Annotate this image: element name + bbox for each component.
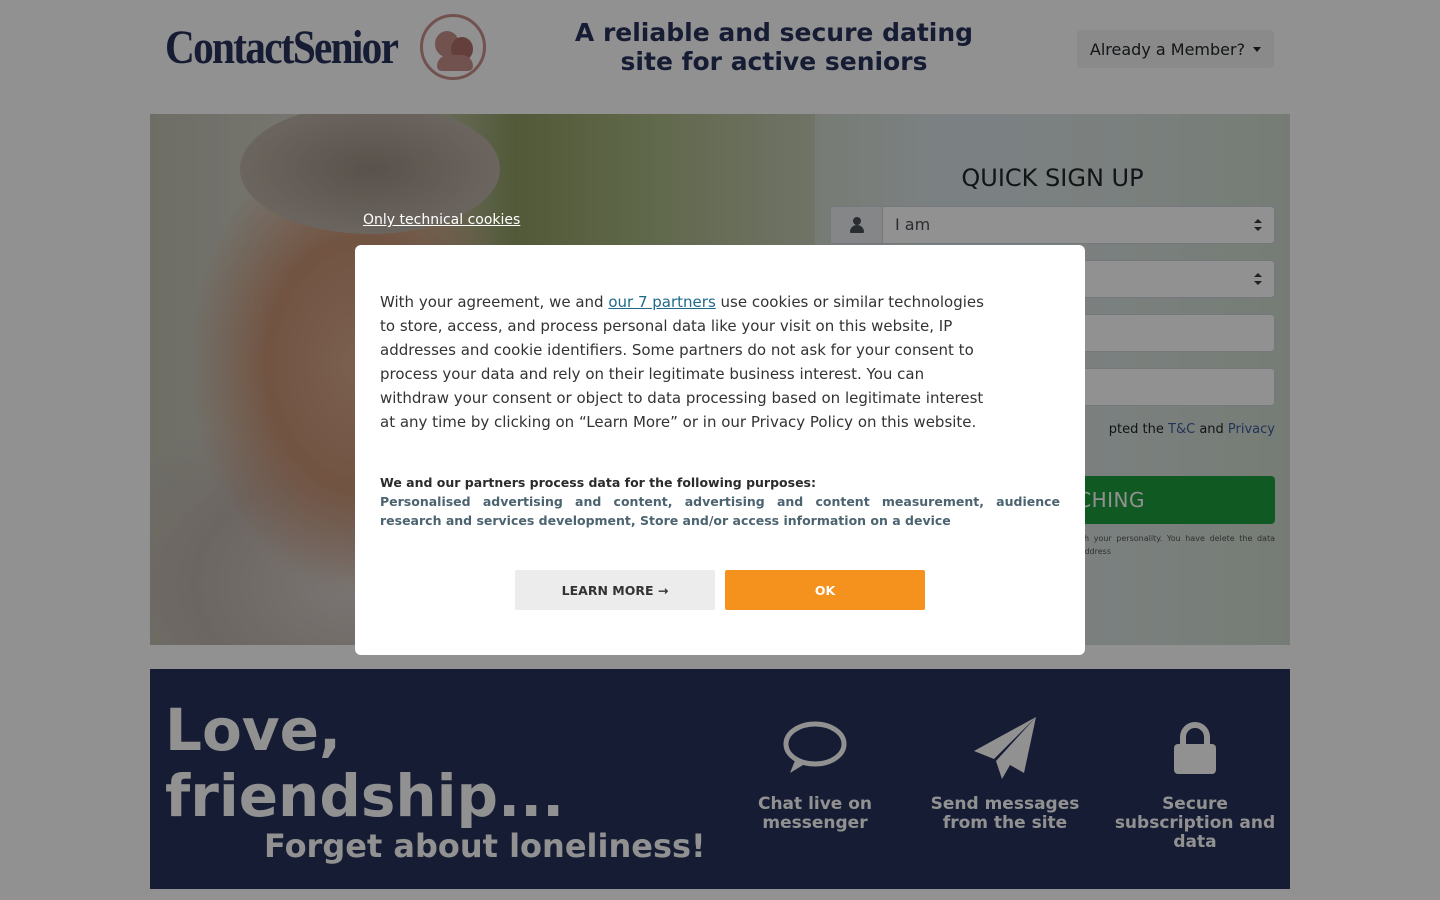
cookie-consent-dialog: With your agreement, we and our 7 partne… — [355, 245, 1085, 655]
only-technical-cookies-link[interactable]: Only technical cookies — [363, 212, 520, 228]
ok-button[interactable]: OK — [725, 570, 925, 610]
learn-more-button[interactable]: LEARN MORE → — [515, 570, 715, 610]
consent-text-body: use cookies or similar technologies to s… — [380, 293, 984, 431]
consent-text-intro: With your agreement, we and — [380, 293, 609, 311]
purposes-heading: We and our partners process data for the… — [380, 475, 816, 490]
purposes-list: Personalised advertising and content, ad… — [380, 494, 1060, 528]
partners-link[interactable]: our 7 partners — [608, 293, 715, 311]
consent-text: With your agreement, we and our 7 partne… — [380, 290, 985, 434]
consent-purposes: We and our partners process data for the… — [380, 473, 1060, 530]
